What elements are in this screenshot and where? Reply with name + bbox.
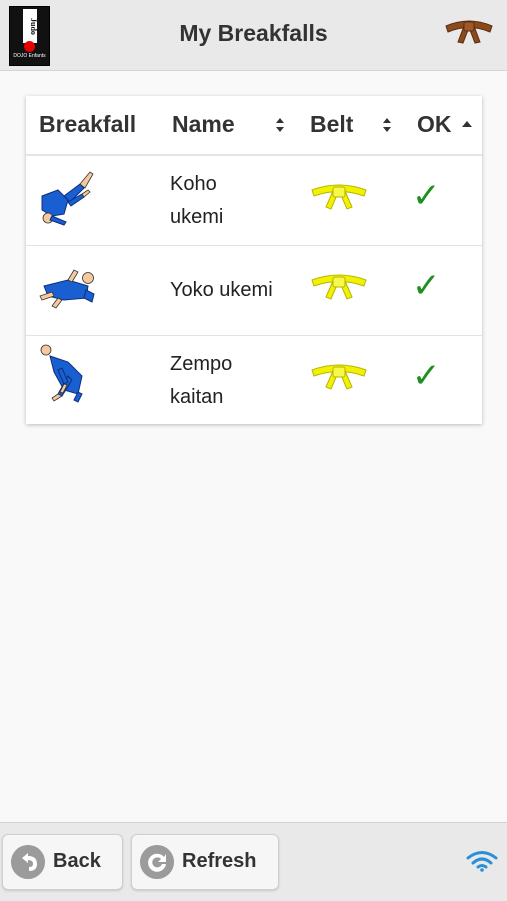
sort-ascending-icon[interactable] [462, 120, 472, 128]
sort-both-icon[interactable] [275, 117, 285, 133]
ok-check-icon: ✓ [412, 176, 441, 216]
back-button-label: Back [53, 850, 101, 872]
back-arrow-icon [11, 845, 45, 879]
breakfalls-table: Breakfall Name Belt OK Koho ukemi ✓ Yoko… [26, 96, 482, 424]
table-row[interactable]: Koho ukemi ✓ [26, 156, 482, 246]
judo-logo: Judo DOJO Enfants [9, 6, 50, 66]
yellow-belt-icon [311, 364, 367, 390]
breakfall-name-line: Yoko ukemi [170, 279, 273, 301]
yoko-ukemi-figure-icon [39, 269, 95, 309]
breakfall-name-line: kaitan [170, 386, 224, 408]
logo-text: Judo [23, 9, 38, 43]
column-header-name[interactable]: Name [172, 111, 235, 138]
refresh-button[interactable]: Refresh [131, 834, 279, 890]
zempo-kaitan-figure-icon [40, 344, 83, 403]
table-row[interactable]: Yoko ukemi ✓ [26, 246, 482, 336]
ok-check-icon: ✓ [412, 266, 441, 306]
wifi-icon [466, 851, 498, 872]
footer-toolbar: Back Refresh [0, 822, 507, 901]
brown-belt-icon[interactable] [444, 16, 494, 44]
app-header: Judo DOJO Enfants My Breakfalls [0, 0, 507, 71]
table-header: Breakfall Name Belt OK [26, 96, 482, 156]
page-title: My Breakfalls [179, 20, 328, 46]
column-header-ok[interactable]: OK [417, 111, 452, 138]
breakfall-name: Yoko ukemi [170, 274, 290, 307]
breakfall-name: Zempo kaitan [170, 348, 290, 414]
table-row[interactable]: Zempo kaitan ✓ [26, 336, 482, 425]
column-header-belt[interactable]: Belt [310, 111, 353, 138]
sort-both-icon[interactable] [382, 117, 392, 133]
ok-check-icon: ✓ [412, 356, 441, 396]
column-header-breakfall: Breakfall [39, 111, 137, 137]
breakfall-name-line: ukemi [170, 206, 224, 228]
refresh-icon [140, 845, 174, 879]
logo-red-dot [24, 41, 35, 52]
yellow-belt-icon [311, 274, 367, 300]
koho-ukemi-figure-icon [41, 171, 94, 226]
breakfall-name: Koho ukemi [170, 168, 290, 234]
back-button[interactable]: Back [2, 834, 123, 890]
refresh-button-label: Refresh [182, 850, 257, 872]
breakfall-name-line: Koho [170, 173, 217, 195]
yellow-belt-icon [311, 184, 367, 210]
logo-subtitle: DOJO Enfants [13, 53, 46, 59]
breakfall-name-line: Zempo [170, 353, 233, 375]
